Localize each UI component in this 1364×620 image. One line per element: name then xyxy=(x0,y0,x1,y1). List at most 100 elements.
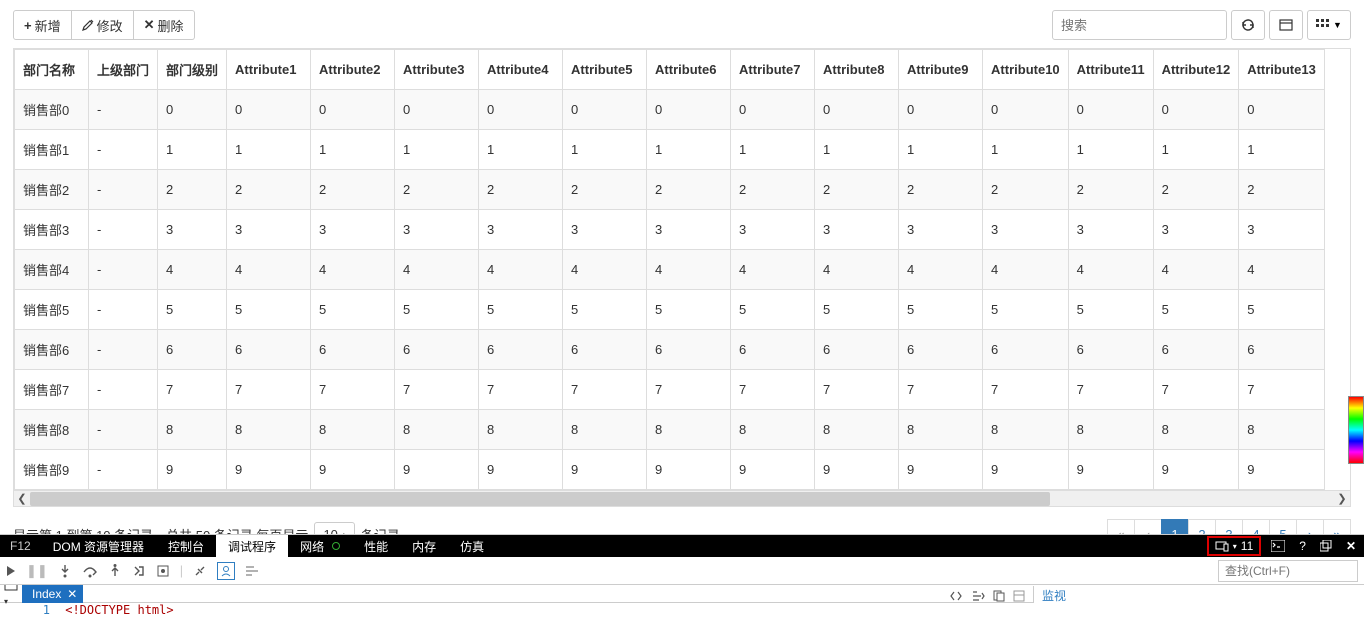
devtools-tab[interactable]: DOM 资源管理器 xyxy=(41,535,156,557)
options-icon[interactable] xyxy=(1013,590,1025,602)
column-header[interactable]: Attribute13 xyxy=(1239,50,1325,90)
column-header[interactable]: Attribute3 xyxy=(395,50,479,90)
disconnect-icon[interactable] xyxy=(193,564,207,578)
code-editor[interactable]: 1 <!DOCTYPE html> xyxy=(0,603,1034,617)
table-cell: 1 xyxy=(479,130,563,170)
scroll-thumb[interactable] xyxy=(30,492,1050,506)
tab-label: 网络 xyxy=(300,538,324,555)
just-my-code-icon[interactable] xyxy=(217,562,235,580)
table-row[interactable]: 销售部0-00000000000000 xyxy=(15,90,1325,130)
table-cell: 4 xyxy=(899,250,983,290)
search-input[interactable] xyxy=(1052,10,1227,40)
table-cell: 3 xyxy=(227,210,311,250)
table-cell: 7 xyxy=(1239,370,1325,410)
word-wrap-icon[interactable] xyxy=(949,590,963,602)
table-cell: 1 xyxy=(731,130,815,170)
pretty-print-icon[interactable] xyxy=(245,565,259,577)
column-header[interactable]: 部门名称 xyxy=(15,50,89,90)
add-button[interactable]: + 新增 xyxy=(13,10,72,40)
table-row[interactable]: 销售部7-77777777777777 xyxy=(15,370,1325,410)
table-row[interactable]: 销售部1-11111111111111 xyxy=(15,130,1325,170)
column-header[interactable]: Attribute9 xyxy=(899,50,983,90)
refresh-button[interactable] xyxy=(1231,10,1265,40)
devtools-tab[interactable]: 网络 xyxy=(288,535,352,557)
step-over-icon[interactable] xyxy=(82,564,98,578)
undock-icon[interactable] xyxy=(1316,540,1336,552)
table-cell: 8 xyxy=(227,410,311,450)
close-tab-icon[interactable]: ✕ xyxy=(67,587,77,601)
devtools-tabbar-right: ▾ 11 ? ✕ xyxy=(1207,536,1360,556)
watch-label[interactable]: 监视 xyxy=(1042,589,1066,603)
horizontal-scrollbar[interactable]: ❮ ❯ xyxy=(14,490,1350,506)
pause-icon[interactable]: ❚❚ xyxy=(26,563,48,579)
table-cell: 9 xyxy=(731,450,815,490)
help-icon[interactable]: ? xyxy=(1295,539,1310,553)
continue-icon[interactable] xyxy=(6,565,16,577)
column-header[interactable]: Attribute12 xyxy=(1153,50,1239,90)
table-cell: 4 xyxy=(158,250,227,290)
scroll-left-icon[interactable]: ❮ xyxy=(14,491,30,507)
exception-control-icon[interactable] xyxy=(156,564,170,578)
column-header[interactable]: Attribute10 xyxy=(983,50,1069,90)
column-header[interactable]: Attribute8 xyxy=(815,50,899,90)
column-header[interactable]: Attribute11 xyxy=(1068,50,1153,90)
table-cell: 2 xyxy=(647,170,731,210)
column-header[interactable]: Attribute5 xyxy=(563,50,647,90)
close-icon[interactable]: ✕ xyxy=(1342,539,1360,553)
file-tab-index[interactable]: Index ✕ xyxy=(22,585,83,603)
column-header[interactable]: Attribute1 xyxy=(227,50,311,90)
devtools-tab[interactable]: 性能 xyxy=(352,535,400,557)
table-row[interactable]: 销售部8-88888888888888 xyxy=(15,410,1325,450)
table-cell: 5 xyxy=(1239,290,1325,330)
delete-button[interactable]: ✕ 删除 xyxy=(134,10,195,40)
devtools-tab[interactable]: 仿真 xyxy=(448,535,496,557)
table-cell: 1 xyxy=(311,130,395,170)
table-cell: 7 xyxy=(647,370,731,410)
table-cell: - xyxy=(89,170,158,210)
x-icon: ✕ xyxy=(144,17,155,33)
table-row[interactable]: 销售部4-44444444444444 xyxy=(15,250,1325,290)
table-row[interactable]: 销售部5-55555555555555 xyxy=(15,290,1325,330)
break-new-worker-icon[interactable] xyxy=(132,564,146,578)
table-cell: 7 xyxy=(1153,370,1239,410)
source-map-icon[interactable] xyxy=(971,590,985,602)
find-input[interactable] xyxy=(1218,560,1358,582)
console-toggle-icon[interactable] xyxy=(1267,540,1289,552)
column-header[interactable]: Attribute7 xyxy=(731,50,815,90)
toggle-button[interactable] xyxy=(1269,10,1303,40)
emulation-indicator[interactable]: ▾ 11 xyxy=(1207,536,1261,556)
scroll-right-icon[interactable]: ❯ xyxy=(1334,491,1350,507)
table-cell: 3 xyxy=(1068,210,1153,250)
table-cell: 1 xyxy=(983,130,1069,170)
column-header[interactable]: 上级部门 xyxy=(89,50,158,90)
table-cell: 8 xyxy=(1068,410,1153,450)
table-cell: 6 xyxy=(1153,330,1239,370)
step-out-icon[interactable] xyxy=(108,564,122,578)
table-cell: 0 xyxy=(647,90,731,130)
table-row[interactable]: 销售部2-22222222222222 xyxy=(15,170,1325,210)
column-header[interactable]: 部门级别 xyxy=(158,50,227,90)
column-header[interactable]: Attribute2 xyxy=(311,50,395,90)
table-row[interactable]: 销售部3-33333333333333 xyxy=(15,210,1325,250)
table-row[interactable]: 销售部9-99999999999999 xyxy=(15,450,1325,490)
compare-icon[interactable] xyxy=(993,590,1005,602)
column-header[interactable]: Attribute4 xyxy=(479,50,563,90)
table-cell: 4 xyxy=(563,250,647,290)
table-cell: - xyxy=(89,410,158,450)
columns-button[interactable]: ▼ xyxy=(1307,10,1351,40)
devtools-body: ▾ Index ✕ 1 <!DOCTYPE html> 监 xyxy=(0,585,1364,620)
edit-button[interactable]: 修改 xyxy=(72,10,134,40)
step-into-icon[interactable] xyxy=(58,564,72,578)
devtools-tab[interactable]: 内存 xyxy=(400,535,448,557)
table-cell: 5 xyxy=(815,290,899,330)
table-cell: 0 xyxy=(815,90,899,130)
devtools-tab[interactable]: 控制台 xyxy=(156,535,216,557)
table-cell: 3 xyxy=(731,210,815,250)
table-row[interactable]: 销售部6-66666666666666 xyxy=(15,330,1325,370)
table-cell: 1 xyxy=(1153,130,1239,170)
devtools-tab[interactable]: 调试程序 xyxy=(216,535,288,557)
color-picker-strip[interactable] xyxy=(1348,396,1364,464)
column-header[interactable]: Attribute6 xyxy=(647,50,731,90)
table-cell: 4 xyxy=(395,250,479,290)
toolbar-right: ▼ xyxy=(1052,10,1351,40)
